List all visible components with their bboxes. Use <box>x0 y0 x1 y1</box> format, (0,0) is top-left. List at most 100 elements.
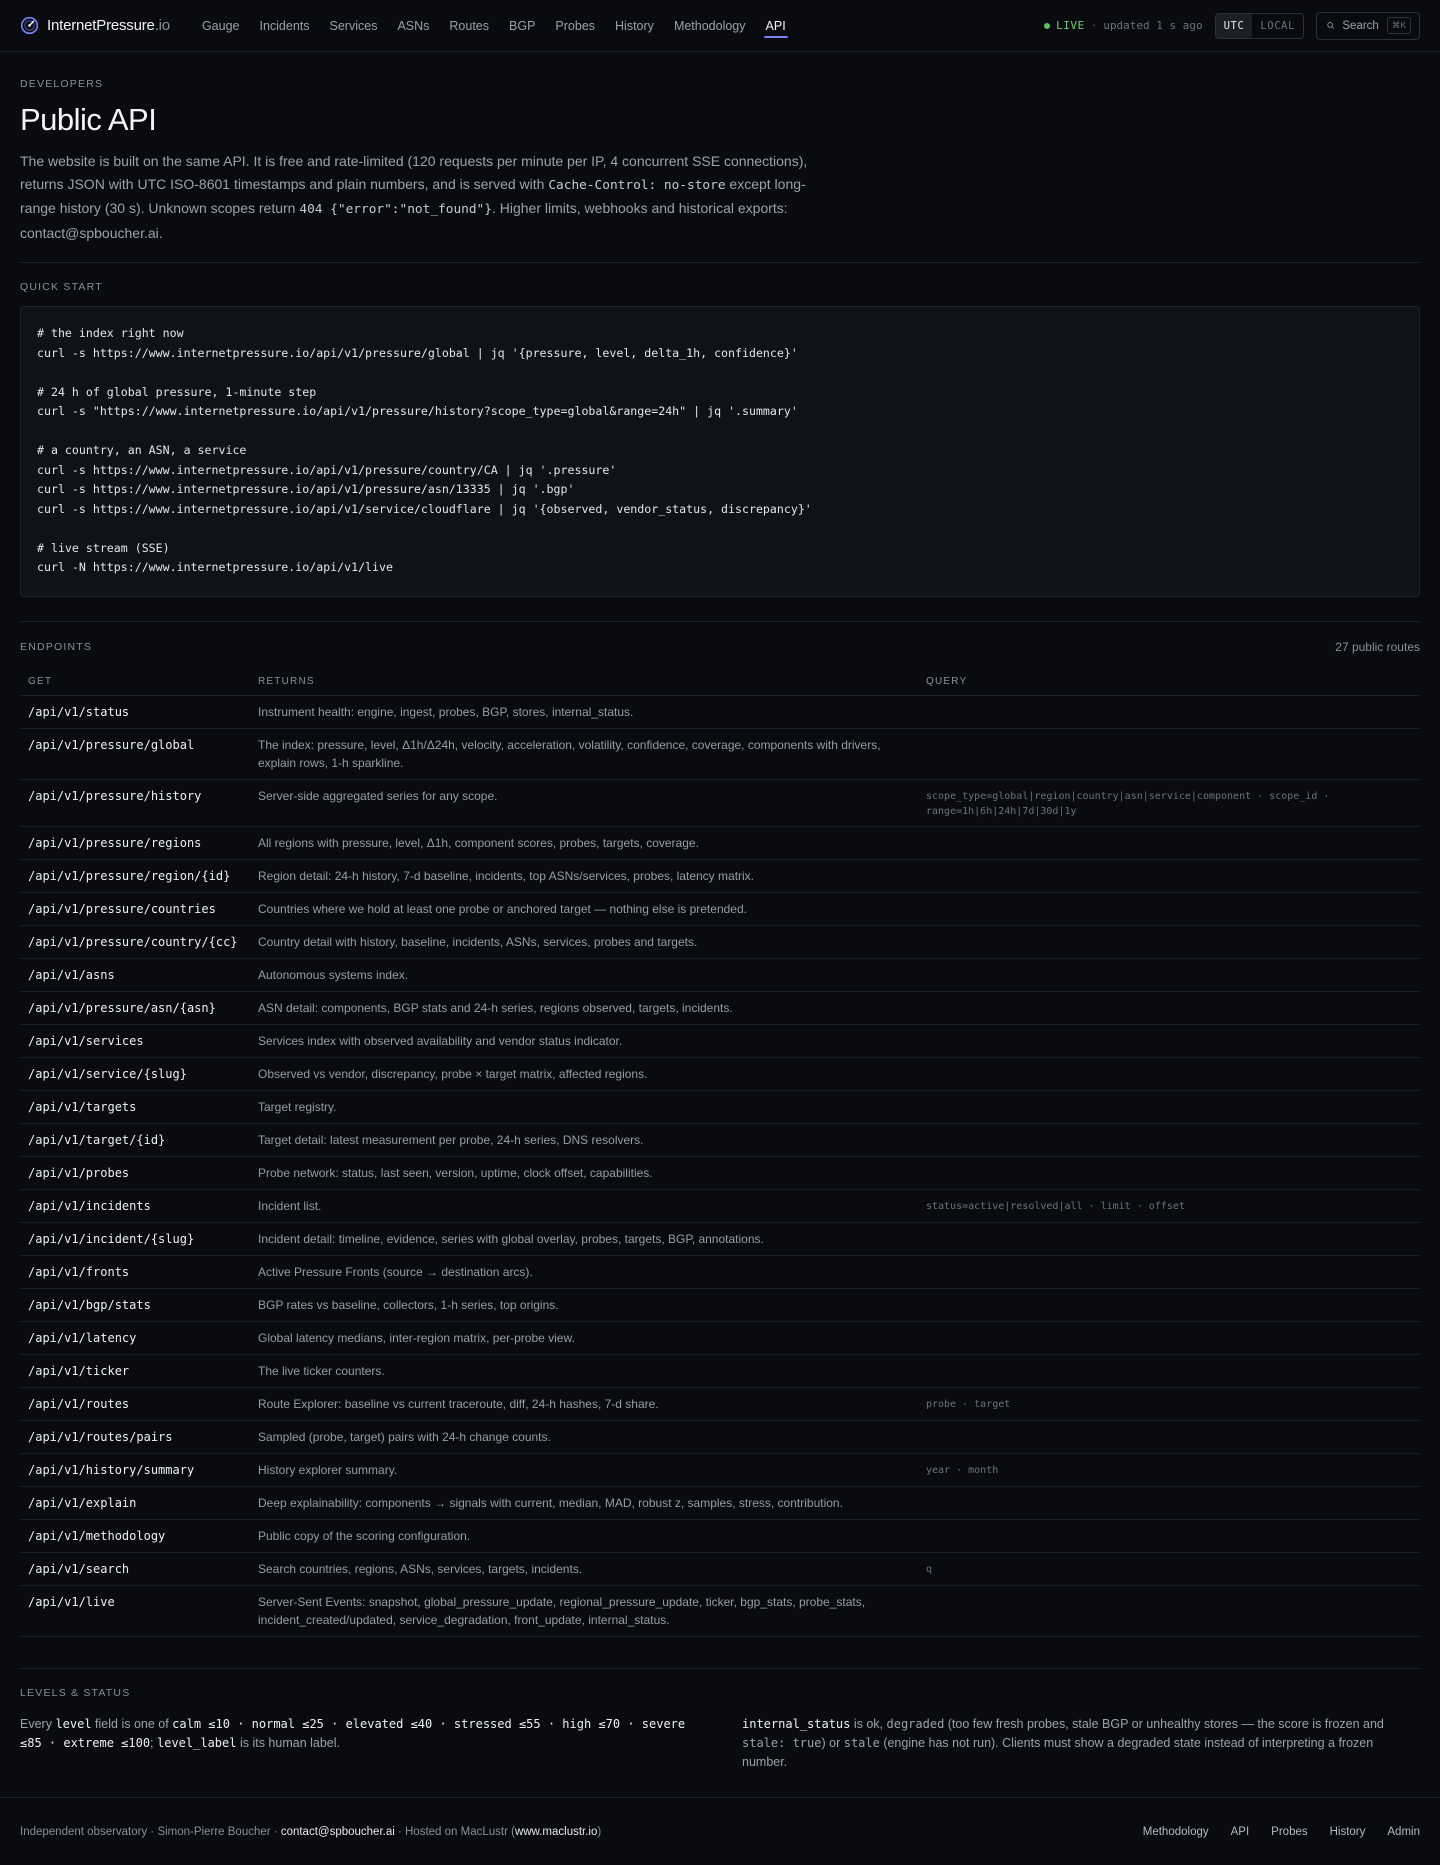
column-header-get: GET <box>20 665 250 696</box>
endpoint-path[interactable]: /api/v1/pressure/global <box>20 728 250 780</box>
code-command: curl -s https://www.internetpressure.io/… <box>37 345 798 360</box>
code-command: curl -s https://www.internetpressure.io/… <box>37 482 575 496</box>
endpoint-path[interactable]: /api/v1/pressure/countries <box>20 892 250 926</box>
table-row: /api/v1/routes/pairs Sampled (probe, targ… <box>20 1420 1420 1454</box>
quickstart-section: QUICK START # the index right now curl -s… <box>20 263 1420 622</box>
table-row: /api/v1/live Server-Sent Events: snapshot… <box>20 1585 1420 1637</box>
endpoint-returns: Active Pressure Fronts (source → destina… <box>250 1255 918 1289</box>
endpoint-query <box>918 1024 1420 1058</box>
endpoint-path[interactable]: /api/v1/bgp/stats <box>20 1288 250 1322</box>
code-comment: # 24 h of global pressure, 1-minute step <box>37 384 317 399</box>
endpoint-returns: Sampled (probe, target) pairs with 24-h … <box>250 1420 918 1454</box>
live-label: LIVE <box>1056 19 1085 32</box>
endpoint-path[interactable]: /api/v1/service/{slug} <box>20 1057 250 1091</box>
timezone-utc-button[interactable]: UTC <box>1215 13 1253 38</box>
endpoints-table: GET RETURNS QUERY /api/v1/status Instrume… <box>20 665 1420 1637</box>
nav-item-methodology[interactable]: Methodology <box>664 0 756 52</box>
nav-item-gauge[interactable]: Gauge <box>192 0 250 52</box>
nav-item-probes[interactable]: Probes <box>545 0 605 52</box>
intro-section: DEVELOPERS Public API The website is bui… <box>20 52 1420 263</box>
footer-link-methodology[interactable]: Methodology <box>1143 1826 1209 1838</box>
endpoint-query: year · month <box>918 1453 1420 1487</box>
footer-host-link[interactable]: www.maclustr.io <box>515 1826 597 1838</box>
endpoint-path[interactable]: /api/v1/pressure/country/{cc} <box>20 925 250 959</box>
endpoint-path[interactable]: /api/v1/search <box>20 1552 250 1586</box>
endpoint-path[interactable]: /api/v1/asns <box>20 958 250 992</box>
endpoint-path[interactable]: /api/v1/services <box>20 1024 250 1058</box>
nav-item-incidents[interactable]: Incidents <box>249 0 319 52</box>
endpoint-query: q <box>918 1552 1420 1586</box>
endpoint-path[interactable]: /api/v1/pressure/regions <box>20 826 250 860</box>
endpoint-query: status=active|resolved|all · limit · off… <box>918 1189 1420 1223</box>
endpoint-path[interactable]: /api/v1/probes <box>20 1156 250 1190</box>
table-row: /api/v1/ticker The live ticker counters. <box>20 1354 1420 1388</box>
endpoint-returns: Probe network: status, last seen, versio… <box>250 1156 918 1190</box>
footer-link-api[interactable]: API <box>1231 1826 1250 1838</box>
footer-link-probes[interactable]: Probes <box>1271 1826 1307 1838</box>
endpoint-path[interactable]: /api/v1/history/summary <box>20 1453 250 1487</box>
endpoint-query <box>918 1420 1420 1454</box>
footer-link-history[interactable]: History <box>1330 1826 1366 1838</box>
nav-item-history[interactable]: History <box>605 0 664 52</box>
endpoint-path[interactable]: /api/v1/fronts <box>20 1255 250 1289</box>
intro-paragraph: The website is built on the same API. It… <box>20 153 808 241</box>
quickstart-heading: QUICK START <box>20 281 103 293</box>
endpoint-path[interactable]: /api/v1/incidents <box>20 1189 250 1223</box>
endpoint-returns: Services index with observed availabilit… <box>250 1024 918 1058</box>
nav-item-asns[interactable]: ASNs <box>387 0 439 52</box>
endpoint-path[interactable]: /api/v1/explain <box>20 1486 250 1520</box>
search-button[interactable]: Search ⌘K <box>1316 11 1420 40</box>
nav-item-routes[interactable]: Routes <box>439 0 499 52</box>
endpoint-query <box>918 1123 1420 1157</box>
endpoint-path[interactable]: /api/v1/incident/{slug} <box>20 1222 250 1256</box>
endpoint-query <box>918 1222 1420 1256</box>
footer-link-admin[interactable]: Admin <box>1387 1826 1420 1838</box>
endpoint-path[interactable]: /api/v1/pressure/asn/{asn} <box>20 991 250 1025</box>
table-row: /api/v1/pressure/global The index: pressu… <box>20 728 1420 780</box>
endpoint-returns: The live ticker counters. <box>250 1354 918 1388</box>
live-dot-icon <box>1044 22 1051 29</box>
endpoint-path[interactable]: /api/v1/pressure/history <box>20 779 250 827</box>
endpoint-path[interactable]: /api/v1/status <box>20 695 250 729</box>
footer: Independent observatory · Simon-Pierre B… <box>0 1797 1440 1865</box>
nav-item-api[interactable]: API <box>756 0 796 52</box>
endpoint-query: scope_type=global|region|country|asn|ser… <box>918 779 1420 827</box>
endpoint-query <box>918 991 1420 1025</box>
endpoint-path[interactable]: /api/v1/target/{id} <box>20 1123 250 1157</box>
page-eyebrow: DEVELOPERS <box>20 78 104 90</box>
endpoint-path[interactable]: /api/v1/pressure/region/{id} <box>20 859 250 893</box>
endpoint-query <box>918 1255 1420 1289</box>
levels-description: Every level field is one of calm ≤10 · n… <box>20 1716 686 1750</box>
cache-control-code: Cache-Control: no-store <box>548 177 726 193</box>
table-row: /api/v1/incident/{slug} Incident detail: … <box>20 1222 1420 1256</box>
table-row: /api/v1/fronts Active Pressure Fronts (so… <box>20 1255 1420 1289</box>
endpoint-query <box>918 1057 1420 1091</box>
endpoint-query <box>918 958 1420 992</box>
endpoint-query <box>918 1321 1420 1355</box>
table-row: /api/v1/history/summary History explorer … <box>20 1453 1420 1487</box>
footer-email-link[interactable]: contact@spboucher.ai <box>281 1826 395 1838</box>
nav-item-services[interactable]: Services <box>320 0 388 52</box>
endpoint-path[interactable]: /api/v1/live <box>20 1585 250 1637</box>
column-header-query: QUERY <box>918 665 1420 696</box>
table-row: /api/v1/targets Target registry. <box>20 1090 1420 1124</box>
nav-item-bgp[interactable]: BGP <box>499 0 545 52</box>
code-comment: # a country, an ASN, a service <box>37 443 247 457</box>
endpoint-path[interactable]: /api/v1/latency <box>20 1321 250 1355</box>
timezone-toggle: UTC LOCAL <box>1214 12 1304 39</box>
endpoint-path[interactable]: /api/v1/targets <box>20 1090 250 1124</box>
endpoint-query <box>918 1156 1420 1190</box>
endpoint-path[interactable]: /api/v1/ticker <box>20 1354 250 1388</box>
timezone-local-button[interactable]: LOCAL <box>1252 14 1303 38</box>
endpoints-section: ENDPOINTS 27 public routes GET RETURNS Q… <box>20 622 1420 1637</box>
endpoint-returns: Route Explorer: baseline vs current trac… <box>250 1387 918 1421</box>
brand-home-link[interactable]: InternetPressure.io <box>20 16 170 35</box>
quickstart-code-block[interactable]: # the index right now curl -s https://www… <box>20 306 1420 597</box>
table-row: /api/v1/services Services index with obse… <box>20 1024 1420 1058</box>
endpoint-path[interactable]: /api/v1/routes/pairs <box>20 1420 250 1454</box>
endpoint-path[interactable]: /api/v1/routes <box>20 1387 250 1421</box>
endpoint-path[interactable]: /api/v1/methodology <box>20 1519 250 1553</box>
search-shortcut-badge: ⌘K <box>1386 17 1411 34</box>
route-count: 27 public routes <box>1335 639 1420 654</box>
search-icon <box>1327 22 1335 29</box>
